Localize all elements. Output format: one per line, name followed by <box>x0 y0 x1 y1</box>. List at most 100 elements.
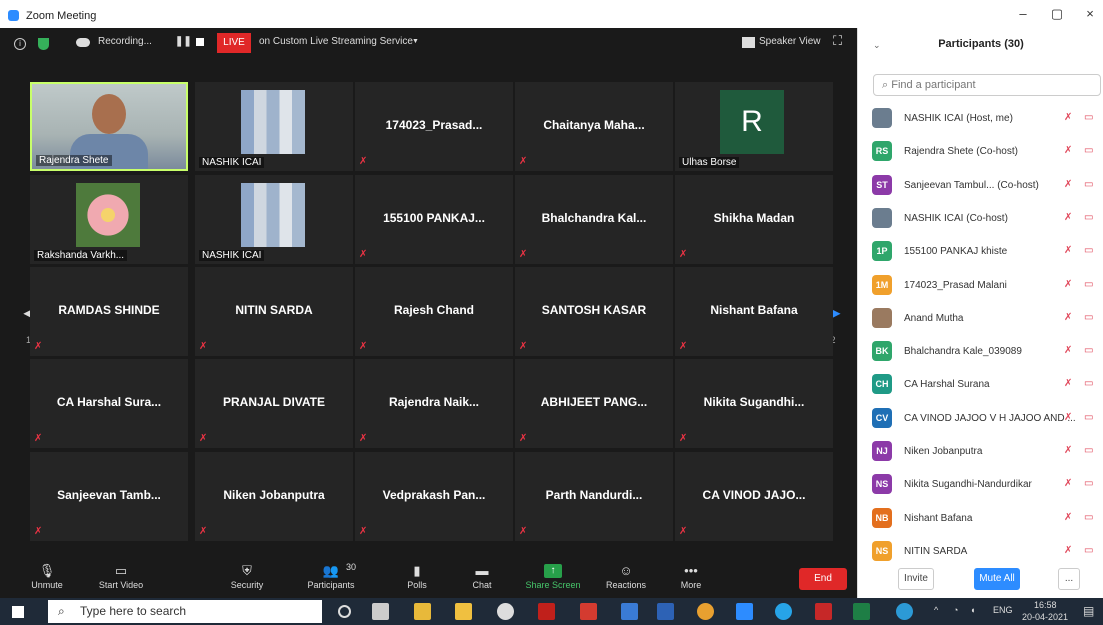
participant-row[interactable]: NASHIK ICAI (Host, me) ✗ ▭ <box>858 104 1103 134</box>
more-button[interactable]: ••• More <box>656 558 726 598</box>
security-button[interactable]: ⛨ Security <box>212 558 282 598</box>
language-indicator[interactable]: ENG <box>993 605 1013 615</box>
polls-button[interactable]: ▮ Polls <box>382 558 452 598</box>
muted-mic-icon: ✗ <box>679 249 688 260</box>
info-icon[interactable]: i <box>14 38 26 50</box>
unmute-button[interactable]: 🎙 Unmute <box>12 558 82 598</box>
participant-row[interactable]: ST Sanjeevan Tambul... (Co-host) ✗ ▭ <box>858 171 1103 201</box>
app-icon-4[interactable] <box>657 603 674 620</box>
participant-row[interactable]: BK Bhalchandra Kale_039089 ✗ ▭ <box>858 337 1103 367</box>
participant-row[interactable]: NS NITIN SARDA ✗ ▭ <box>858 537 1103 567</box>
video-tile[interactable]: Rajesh Chand ✗ <box>355 267 513 356</box>
end-meeting-button[interactable]: End <box>799 568 847 590</box>
video-tile[interactable]: NITIN SARDA ✗ <box>195 267 353 356</box>
taskbar-search[interactable]: ⌕ Type here to search <box>48 600 322 623</box>
close-button[interactable]: × <box>1080 6 1100 21</box>
video-tile[interactable]: ABHIJEET PANG... ✗ <box>515 359 673 448</box>
chrome-icon[interactable] <box>697 603 714 620</box>
speaker-view-button[interactable]: Speaker View <box>759 36 821 47</box>
video-tile[interactable]: Nikita Sugandhi... ✗ <box>675 359 833 448</box>
volume-icon[interactable]: ◖ <box>970 605 975 615</box>
video-tile[interactable]: 155100 PANKAJ... ✗ <box>355 175 513 264</box>
video-tile[interactable]: Rajendra Naik... ✗ <box>355 359 513 448</box>
window-title: Zoom Meeting <box>26 10 97 22</box>
video-tile[interactable]: RAMDAS SHINDE ✗ <box>30 267 188 356</box>
video-tile[interactable]: Parth Nandurdi... ✗ <box>515 452 673 541</box>
restore-button[interactable]: ▢ <box>1047 6 1067 22</box>
video-tile[interactable]: Rakshanda Varkh... <box>30 175 188 264</box>
network-icon[interactable]: ◔ <box>953 605 958 615</box>
video-tile[interactable]: R Ulhas Borse <box>675 82 833 171</box>
app-icon-6[interactable] <box>815 603 832 620</box>
mute-all-button[interactable]: Mute All <box>974 568 1020 590</box>
task-view-icon[interactable] <box>372 603 389 620</box>
participant-name: 155100 PANKAJ khiste <box>904 246 1008 258</box>
participant-row[interactable]: CV CA VINOD JAJOO V H JAJOO AND ... ✗ ▭ <box>858 404 1103 434</box>
video-tile[interactable]: Shikha Madan ✗ <box>675 175 833 264</box>
stop-recording-icon[interactable] <box>196 38 204 46</box>
minimize-button[interactable]: – <box>1013 6 1033 21</box>
start-video-button[interactable]: ▭ Start Video <box>86 558 156 598</box>
clock-date[interactable]: 20-04-2021 <box>1022 612 1068 622</box>
video-tile[interactable]: Chaitanya Maha... ✗ <box>515 82 673 171</box>
video-tile[interactable]: CA VINOD JAJO... ✗ <box>675 452 833 541</box>
video-tile[interactable]: Sanjeevan Tamb... ✗ <box>30 452 188 541</box>
participant-row[interactable]: RS Rajendra Shete (Co-host) ✗ ▭ <box>858 137 1103 167</box>
app-icon-5[interactable] <box>775 603 792 620</box>
live-service-label[interactable]: on Custom Live Streaming Service <box>259 36 413 47</box>
participant-name: Niken Jobanputra <box>223 488 325 502</box>
file-explorer-icon[interactable] <box>455 603 472 620</box>
video-tile[interactable]: SANTOSH KASAR ✗ <box>515 267 673 356</box>
video-tile[interactable]: CA Harshal Sura... ✗ <box>30 359 188 448</box>
windows-start-icon[interactable] <box>12 606 24 618</box>
settings-icon[interactable] <box>497 603 514 620</box>
participant-row[interactable]: NASHIK ICAI (Co-host) ✗ ▭ <box>858 204 1103 234</box>
video-tile[interactable]: Vedprakash Pan... ✗ <box>355 452 513 541</box>
cortana-icon[interactable] <box>338 605 351 618</box>
video-tile[interactable]: Nishant Bafana ✗ <box>675 267 833 356</box>
video-tile[interactable]: 174023_Prasad... ✗ <box>355 82 513 171</box>
zoom-app-icon[interactable] <box>736 603 753 620</box>
app-icon-1[interactable] <box>538 603 555 620</box>
video-tile[interactable]: PRANJAL DIVATE ✗ <box>195 359 353 448</box>
invite-button[interactable]: Invite <box>898 568 934 590</box>
app-icon-2[interactable] <box>580 603 597 620</box>
video-tile[interactable]: NASHIK ICAI <box>195 82 353 171</box>
tray-chevron-icon[interactable]: ^ <box>934 605 938 615</box>
speaker-view-icon[interactable] <box>742 37 755 48</box>
participant-row[interactable]: NJ Niken Jobanputra ✗ ▭ <box>858 437 1103 467</box>
participant-row[interactable]: Anand Mutha ✗ ▭ <box>858 304 1103 334</box>
chat-button[interactable]: ▬ Chat <box>447 558 517 598</box>
edge-icon[interactable] <box>896 603 913 620</box>
video-tile[interactable]: Niken Jobanputra ✗ <box>195 452 353 541</box>
more-options-button[interactable]: ... <box>1058 568 1080 590</box>
clock-time[interactable]: 16:58 <box>1034 600 1057 610</box>
participant-name: Nishant Bafana <box>710 303 798 317</box>
reactions-icon: ☺ <box>619 563 633 578</box>
person-head <box>92 94 126 134</box>
reactions-button[interactable]: ☺ Reactions <box>591 558 661 598</box>
share-screen-button[interactable]: ↑ Share Screen <box>518 558 588 598</box>
fullscreen-icon[interactable]: ⛶ <box>833 33 842 49</box>
avatar: NJ <box>872 441 892 461</box>
store-icon[interactable] <box>414 603 431 620</box>
participant-name: Nikita Sugandhi-Nandurdikar <box>904 479 1032 491</box>
notifications-icon[interactable]: ▤ <box>1083 604 1094 618</box>
chevron-down-icon[interactable]: ▼ <box>412 38 419 45</box>
app-icon-3[interactable] <box>621 603 638 620</box>
pause-recording-icon[interactable]: ❚❚ <box>175 36 192 47</box>
participant-row[interactable]: NS Nikita Sugandhi-Nandurdikar ✗ ▭ <box>858 470 1103 500</box>
participant-row[interactable]: 1P 155100 PANKAJ khiste ✗ ▭ <box>858 237 1103 267</box>
participant-row[interactable]: NB Nishant Bafana ✗ ▭ <box>858 504 1103 534</box>
video-tile[interactable]: Rajendra Shete <box>30 82 188 171</box>
muted-mic-icon: ✗ <box>359 156 368 167</box>
participant-row[interactable]: CH CA Harshal Surana ✗ ▭ <box>858 370 1103 400</box>
participant-search-input[interactable]: ⌕ Find a participant <box>873 74 1101 96</box>
participant-row[interactable]: 1M 174023_Prasad Malani ✗ ▭ <box>858 271 1103 301</box>
video-tile[interactable]: NASHIK ICAI <box>195 175 353 264</box>
excel-icon[interactable] <box>853 603 870 620</box>
video-tile[interactable]: Bhalchandra Kal... ✗ <box>515 175 673 264</box>
video-off-icon: ▭ <box>1084 511 1094 523</box>
security-shield-icon[interactable] <box>38 38 49 50</box>
participants-icon: 👥 <box>322 563 340 578</box>
